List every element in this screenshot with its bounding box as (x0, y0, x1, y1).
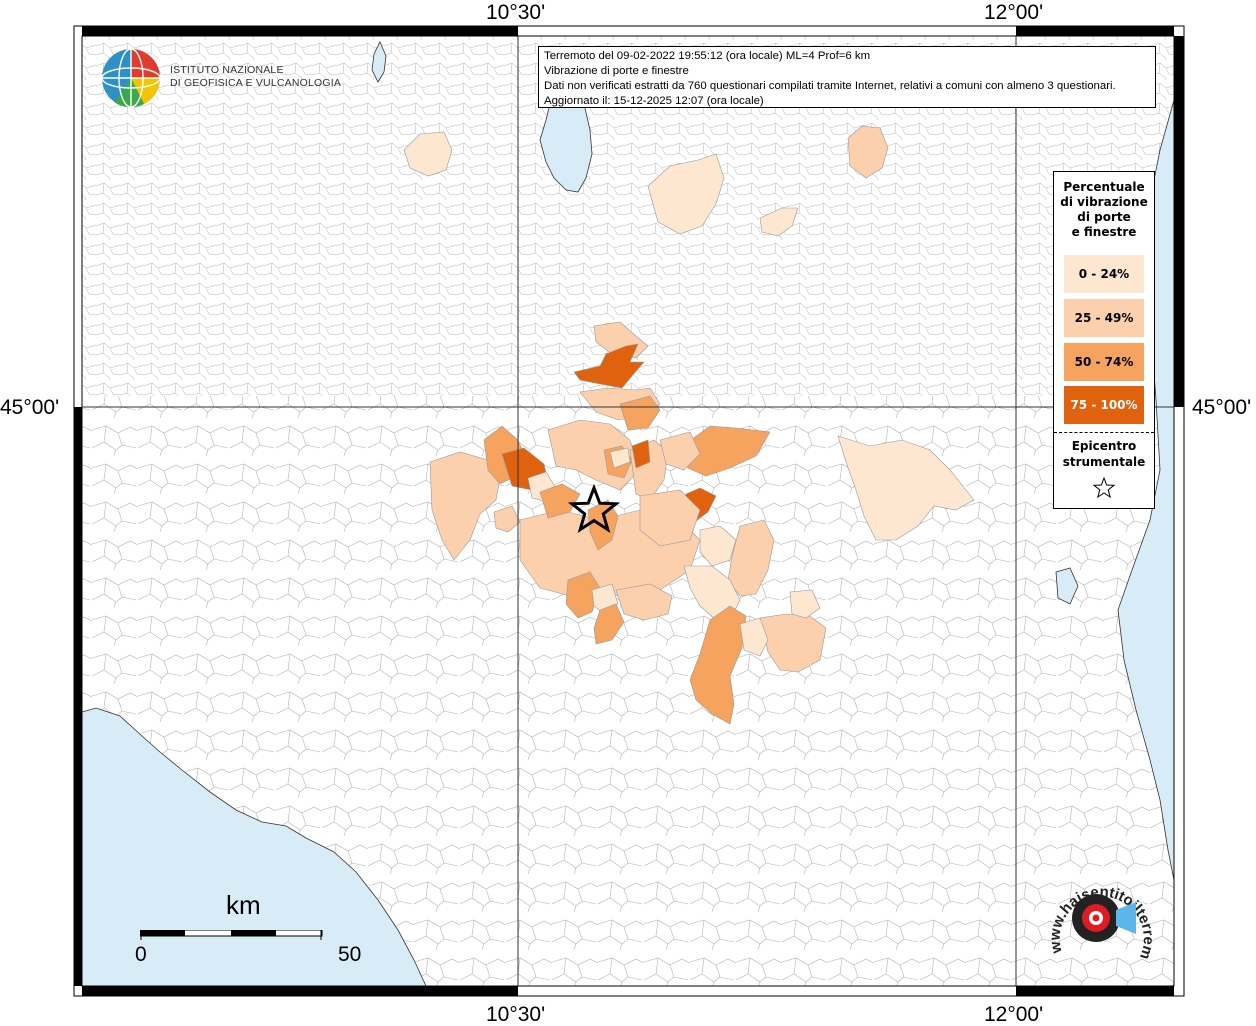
haisentito-logo: www.haisentitoilterremoto.it (1032, 860, 1157, 961)
ingv-logo-text: ISTITUTO NAZIONALE DI GEOFISICA E VULCAN… (170, 64, 341, 90)
legend-title: Percentuale di vibrazione di porte e fin… (1054, 180, 1154, 240)
legend-title-line: e finestre (1071, 225, 1137, 239)
lon-label-bottom-1: 10°30' (486, 1003, 546, 1026)
legend-divider (1054, 432, 1154, 433)
star-icon (1092, 476, 1116, 499)
update-timestamp: Aggiornato il: 15-12-2025 12:07 (ora loc… (544, 95, 764, 107)
scale-unit: km (226, 890, 261, 920)
lon-label-bottom-2: 12°00' (984, 1003, 1044, 1026)
epicenter-legend-line: Epicentro (1071, 439, 1137, 453)
intensity-map: 10°30' 12°00' 10°30' 12°00' 45°00' 45°00… (0, 0, 1256, 1026)
event-info-box: Terremoto del 09-02-2022 19:55:12 (ora l… (538, 46, 1156, 108)
lon-label-top-2: 12°00' (984, 1, 1044, 24)
lon-label-top-1: 10°30' (486, 1, 546, 24)
ingv-logo-line: ISTITUTO NAZIONALE (170, 64, 284, 76)
lat-label-left: 45°00' (0, 396, 60, 419)
legend-title-line: di porte (1077, 210, 1131, 224)
parameter-name: Vibrazione di porte e finestre (544, 65, 689, 77)
lat-label-right: 45°00' (1192, 396, 1252, 419)
legend: Percentuale di vibrazione di porte e fin… (1053, 171, 1155, 509)
epicenter-legend-label: Epicentro strumentale (1054, 438, 1154, 470)
legend-title-line: Percentuale (1063, 180, 1145, 194)
legend-class-75-100: 75 - 100% (1064, 386, 1144, 424)
legend-title-line: di vibrazione (1060, 195, 1148, 209)
legend-class-50-74: 50 - 74% (1064, 343, 1144, 381)
megaphone-icon (1116, 902, 1136, 934)
legend-class-25-49: 25 - 49% (1064, 299, 1144, 337)
scale-bar: km 0 50 (130, 890, 370, 970)
scale-bar-graphic (140, 930, 323, 940)
scale-end: 50 (338, 943, 362, 966)
globe-icon (101, 48, 161, 108)
event-summary: Terremoto del 09-02-2022 19:55:12 (ora l… (544, 50, 871, 62)
scale-start: 0 (135, 943, 147, 966)
legend-class-0-24: 0 - 24% (1064, 255, 1144, 293)
map-body (82, 36, 1174, 986)
ingv-logo-line: DI GEOFISICA E VULCANOLOGIA (170, 77, 342, 89)
data-source-note: Dati non verificati estratti da 760 ques… (544, 80, 1116, 92)
epicenter-legend-line: strumentale (1062, 455, 1146, 469)
